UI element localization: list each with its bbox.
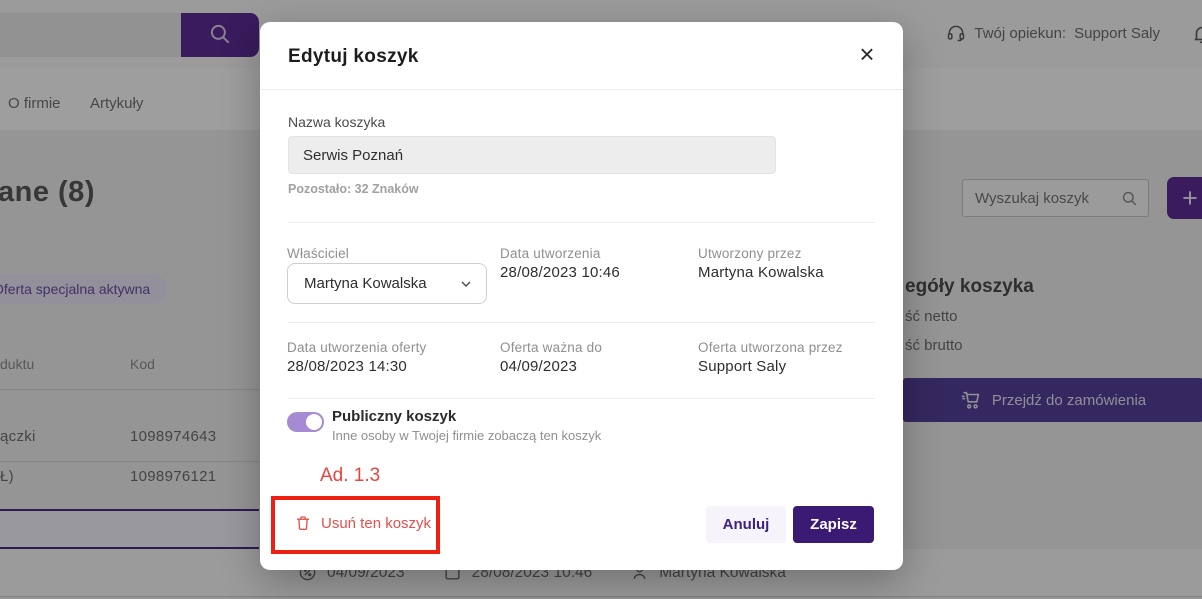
offer-created-label: Data utworzenia oferty <box>287 340 426 355</box>
owner-select-value: Martyna Kowalska <box>304 275 427 292</box>
chevron-down-icon <box>458 276 474 292</box>
offer-author-label: Oferta utworzona przez <box>698 340 843 355</box>
created-by-label: Utworzony przez <box>698 246 802 261</box>
owner-select[interactable]: Martyna Kowalska <box>287 263 487 304</box>
divider <box>288 222 875 223</box>
modal-title: Edytuj koszyk <box>288 46 419 68</box>
annotation-text: Ad. 1.3 <box>320 465 380 487</box>
cancel-button[interactable]: Anuluj <box>706 506 786 543</box>
cart-name-input[interactable] <box>288 136 776 174</box>
page: Twój opiekun: Support Saly O firmie Arty… <box>0 0 1202 599</box>
edit-cart-modal: Edytuj koszyk × Nazwa koszyka Pozostało:… <box>260 22 903 570</box>
offer-created-value: 28/08/2023 14:30 <box>287 358 407 375</box>
toggle-knob <box>306 414 322 430</box>
cart-name-label: Nazwa koszyka <box>288 114 385 130</box>
offer-valid-label: Oferta ważna do <box>500 340 602 355</box>
chars-remaining-text: Pozostało: 32 Znaków <box>288 182 419 196</box>
offer-author-value: Support Saly <box>698 358 786 375</box>
public-cart-description: Inne osoby w Twojej firmie zobaczą ten k… <box>332 428 601 443</box>
divider <box>288 322 875 323</box>
public-cart-label: Publiczny koszyk <box>332 408 456 425</box>
public-cart-toggle[interactable] <box>287 412 324 432</box>
close-icon[interactable]: × <box>851 38 883 70</box>
owner-label: Właściciel <box>287 246 349 261</box>
created-label: Data utworzenia <box>500 246 601 261</box>
offer-valid-value: 04/09/2023 <box>500 358 577 375</box>
save-button[interactable]: Zapisz <box>793 506 874 543</box>
annotation-highlight-box <box>271 496 440 554</box>
created-by-value: Martyna Kowalska <box>698 264 824 281</box>
modal-header: Edytuj koszyk × <box>260 22 903 90</box>
created-value: 28/08/2023 10:46 <box>500 264 620 281</box>
divider <box>288 398 875 399</box>
